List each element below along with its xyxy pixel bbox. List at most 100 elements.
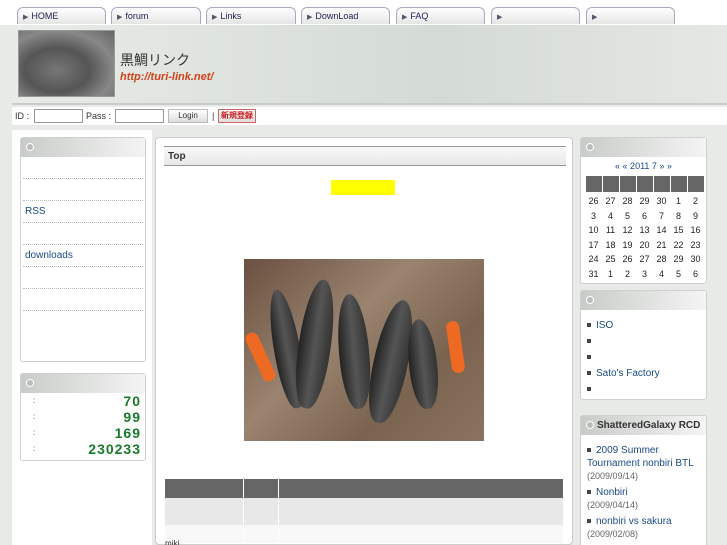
rcd-item-date: (2009/09/14) — [587, 471, 639, 481]
password-input[interactable] — [115, 109, 164, 123]
calendar-day[interactable]: 23 — [687, 238, 704, 253]
calendar-day[interactable]: 11 — [602, 223, 619, 238]
tab-empty-2[interactable]: ▶ — [586, 7, 675, 24]
page-title: Top — [164, 146, 566, 166]
bullet-icon — [587, 387, 591, 392]
calendar-day[interactable]: 12 — [619, 223, 636, 238]
link-item-iso[interactable]: ISO — [581, 318, 706, 334]
data-table — [165, 479, 563, 543]
calendar-day[interactable]: 28 — [653, 252, 670, 267]
table-header — [165, 479, 563, 498]
circle-icon — [586, 421, 594, 429]
calendar-day[interactable]: 1 — [602, 267, 619, 282]
login-button[interactable]: Login — [168, 109, 208, 123]
calendar-day[interactable]: 27 — [636, 252, 653, 267]
calendar-day[interactable]: 14 — [653, 223, 670, 238]
calendar-day[interactable]: 16 — [687, 223, 704, 238]
arrow-right-icon: ▶ — [117, 14, 123, 21]
calendar-day[interactable]: 4 — [653, 267, 670, 282]
tab-links[interactable]: ▶ Links — [206, 7, 296, 24]
calendar-day[interactable]: 25 — [602, 252, 619, 267]
site-banner: 黒鯛リンク http://turi-link.net/ — [12, 25, 727, 105]
bullet-icon — [587, 519, 591, 524]
calendar-day[interactable]: 26 — [585, 194, 602, 209]
site-url[interactable]: http://turi-link.net/ — [120, 71, 213, 83]
menu-item-1[interactable] — [23, 157, 143, 179]
menu-item-6[interactable] — [23, 267, 143, 289]
calendar-day[interactable]: 20 — [636, 238, 653, 253]
arrow-right-icon: ▶ — [497, 14, 503, 21]
calendar-day[interactable]: 17 — [585, 238, 602, 253]
calendar-day[interactable]: 29 — [670, 252, 687, 267]
calendar-day[interactable]: 3 — [636, 267, 653, 282]
calendar-day[interactable]: 6 — [687, 267, 704, 282]
table-row — [165, 525, 563, 543]
calendar-day[interactable]: 27 — [602, 194, 619, 209]
link-item-2[interactable] — [581, 334, 706, 350]
tab-empty-1[interactable]: ▶ — [491, 7, 580, 24]
calendar-day[interactable]: 29 — [636, 194, 653, 209]
link-item-sato[interactable]: Sato's Factory — [581, 366, 706, 382]
calendar-day[interactable]: 3 — [585, 209, 602, 224]
calendar-day[interactable]: 9 — [687, 209, 704, 224]
id-input[interactable] — [34, 109, 83, 123]
menu-item-2[interactable] — [23, 179, 143, 201]
calendar-day[interactable]: 1 — [670, 194, 687, 209]
calendar-day[interactable]: 22 — [670, 238, 687, 253]
calendar-day[interactable]: 8 — [670, 209, 687, 224]
calendar-day[interactable]: 30 — [687, 252, 704, 267]
table-cell-text: miki — [165, 539, 180, 545]
rcd-item-link[interactable]: 2009 Summer Tournament nonbiri BTL — [581, 444, 706, 470]
links-box-header — [581, 291, 706, 310]
bullet-icon — [587, 339, 591, 344]
calendar-day[interactable]: 5 — [670, 267, 687, 282]
calendar-day[interactable]: 4 — [602, 209, 619, 224]
calendar-day[interactable]: 7 — [653, 209, 670, 224]
register-button[interactable]: 新規登録 — [218, 109, 256, 123]
counter-box: :70 :99 :169 :230233 — [20, 373, 146, 461]
tab-download[interactable]: ▶ DownLoad — [301, 7, 390, 24]
menu-item-8[interactable] — [23, 311, 143, 333]
arrow-right-icon: ▶ — [592, 14, 598, 21]
rcd-item-link[interactable]: nonbiri vs sakura — [581, 515, 706, 528]
menu-item-downloads[interactable]: downloads — [23, 245, 143, 267]
login-bar: ID : Pass : Login | 新規登録 — [12, 107, 727, 125]
menu-item-rss[interactable]: RSS — [23, 201, 143, 223]
calendar-day[interactable]: 19 — [619, 238, 636, 253]
calendar-day[interactable]: 21 — [653, 238, 670, 253]
counter-box-header — [21, 374, 145, 393]
calendar-nav[interactable]: « « 2011 7 » » — [581, 161, 706, 173]
menu-item-4[interactable] — [23, 223, 143, 245]
menu-box: RSS downloads — [20, 137, 146, 362]
calendar-day[interactable]: 15 — [670, 223, 687, 238]
calendar-day[interactable]: 30 — [653, 194, 670, 209]
rcd-box-header: ShatteredGalaxy RCD — [581, 416, 706, 435]
fish — [404, 317, 442, 411]
link-item-3[interactable] — [581, 350, 706, 366]
calendar-day[interactable]: 5 — [619, 209, 636, 224]
calendar-day[interactable]: 18 — [602, 238, 619, 253]
calendar-day[interactable]: 13 — [636, 223, 653, 238]
arrow-right-icon: ▶ — [402, 14, 408, 21]
arrow-right-icon: ▶ — [307, 14, 313, 21]
counter-value: 169 — [114, 425, 141, 441]
counter-value: 70 — [123, 393, 141, 409]
circle-icon — [586, 143, 594, 151]
tab-faq[interactable]: ▶ FAQ — [396, 7, 485, 24]
site-title: 黒鯛リンク — [120, 52, 190, 68]
calendar-day[interactable]: 28 — [619, 194, 636, 209]
rcd-box: ShatteredGalaxy RCD 2009 Summer Tourname… — [580, 415, 707, 545]
calendar-day[interactable]: 2 — [687, 194, 704, 209]
calendar-day[interactable]: 6 — [636, 209, 653, 224]
rcd-item-link[interactable]: Nonbiri — [581, 486, 706, 499]
calendar-day[interactable]: 24 — [585, 252, 602, 267]
tab-forum[interactable]: ▶ forum — [111, 7, 201, 24]
calendar-day[interactable]: 10 — [585, 223, 602, 238]
calendar-day[interactable]: 2 — [619, 267, 636, 282]
tab-home[interactable]: ▶ HOME — [17, 7, 106, 24]
bullet-icon — [587, 490, 591, 495]
menu-item-7[interactable] — [23, 289, 143, 311]
link-item-5[interactable] — [581, 382, 706, 398]
calendar-day[interactable]: 26 — [619, 252, 636, 267]
calendar-day[interactable]: 31 — [585, 267, 602, 282]
